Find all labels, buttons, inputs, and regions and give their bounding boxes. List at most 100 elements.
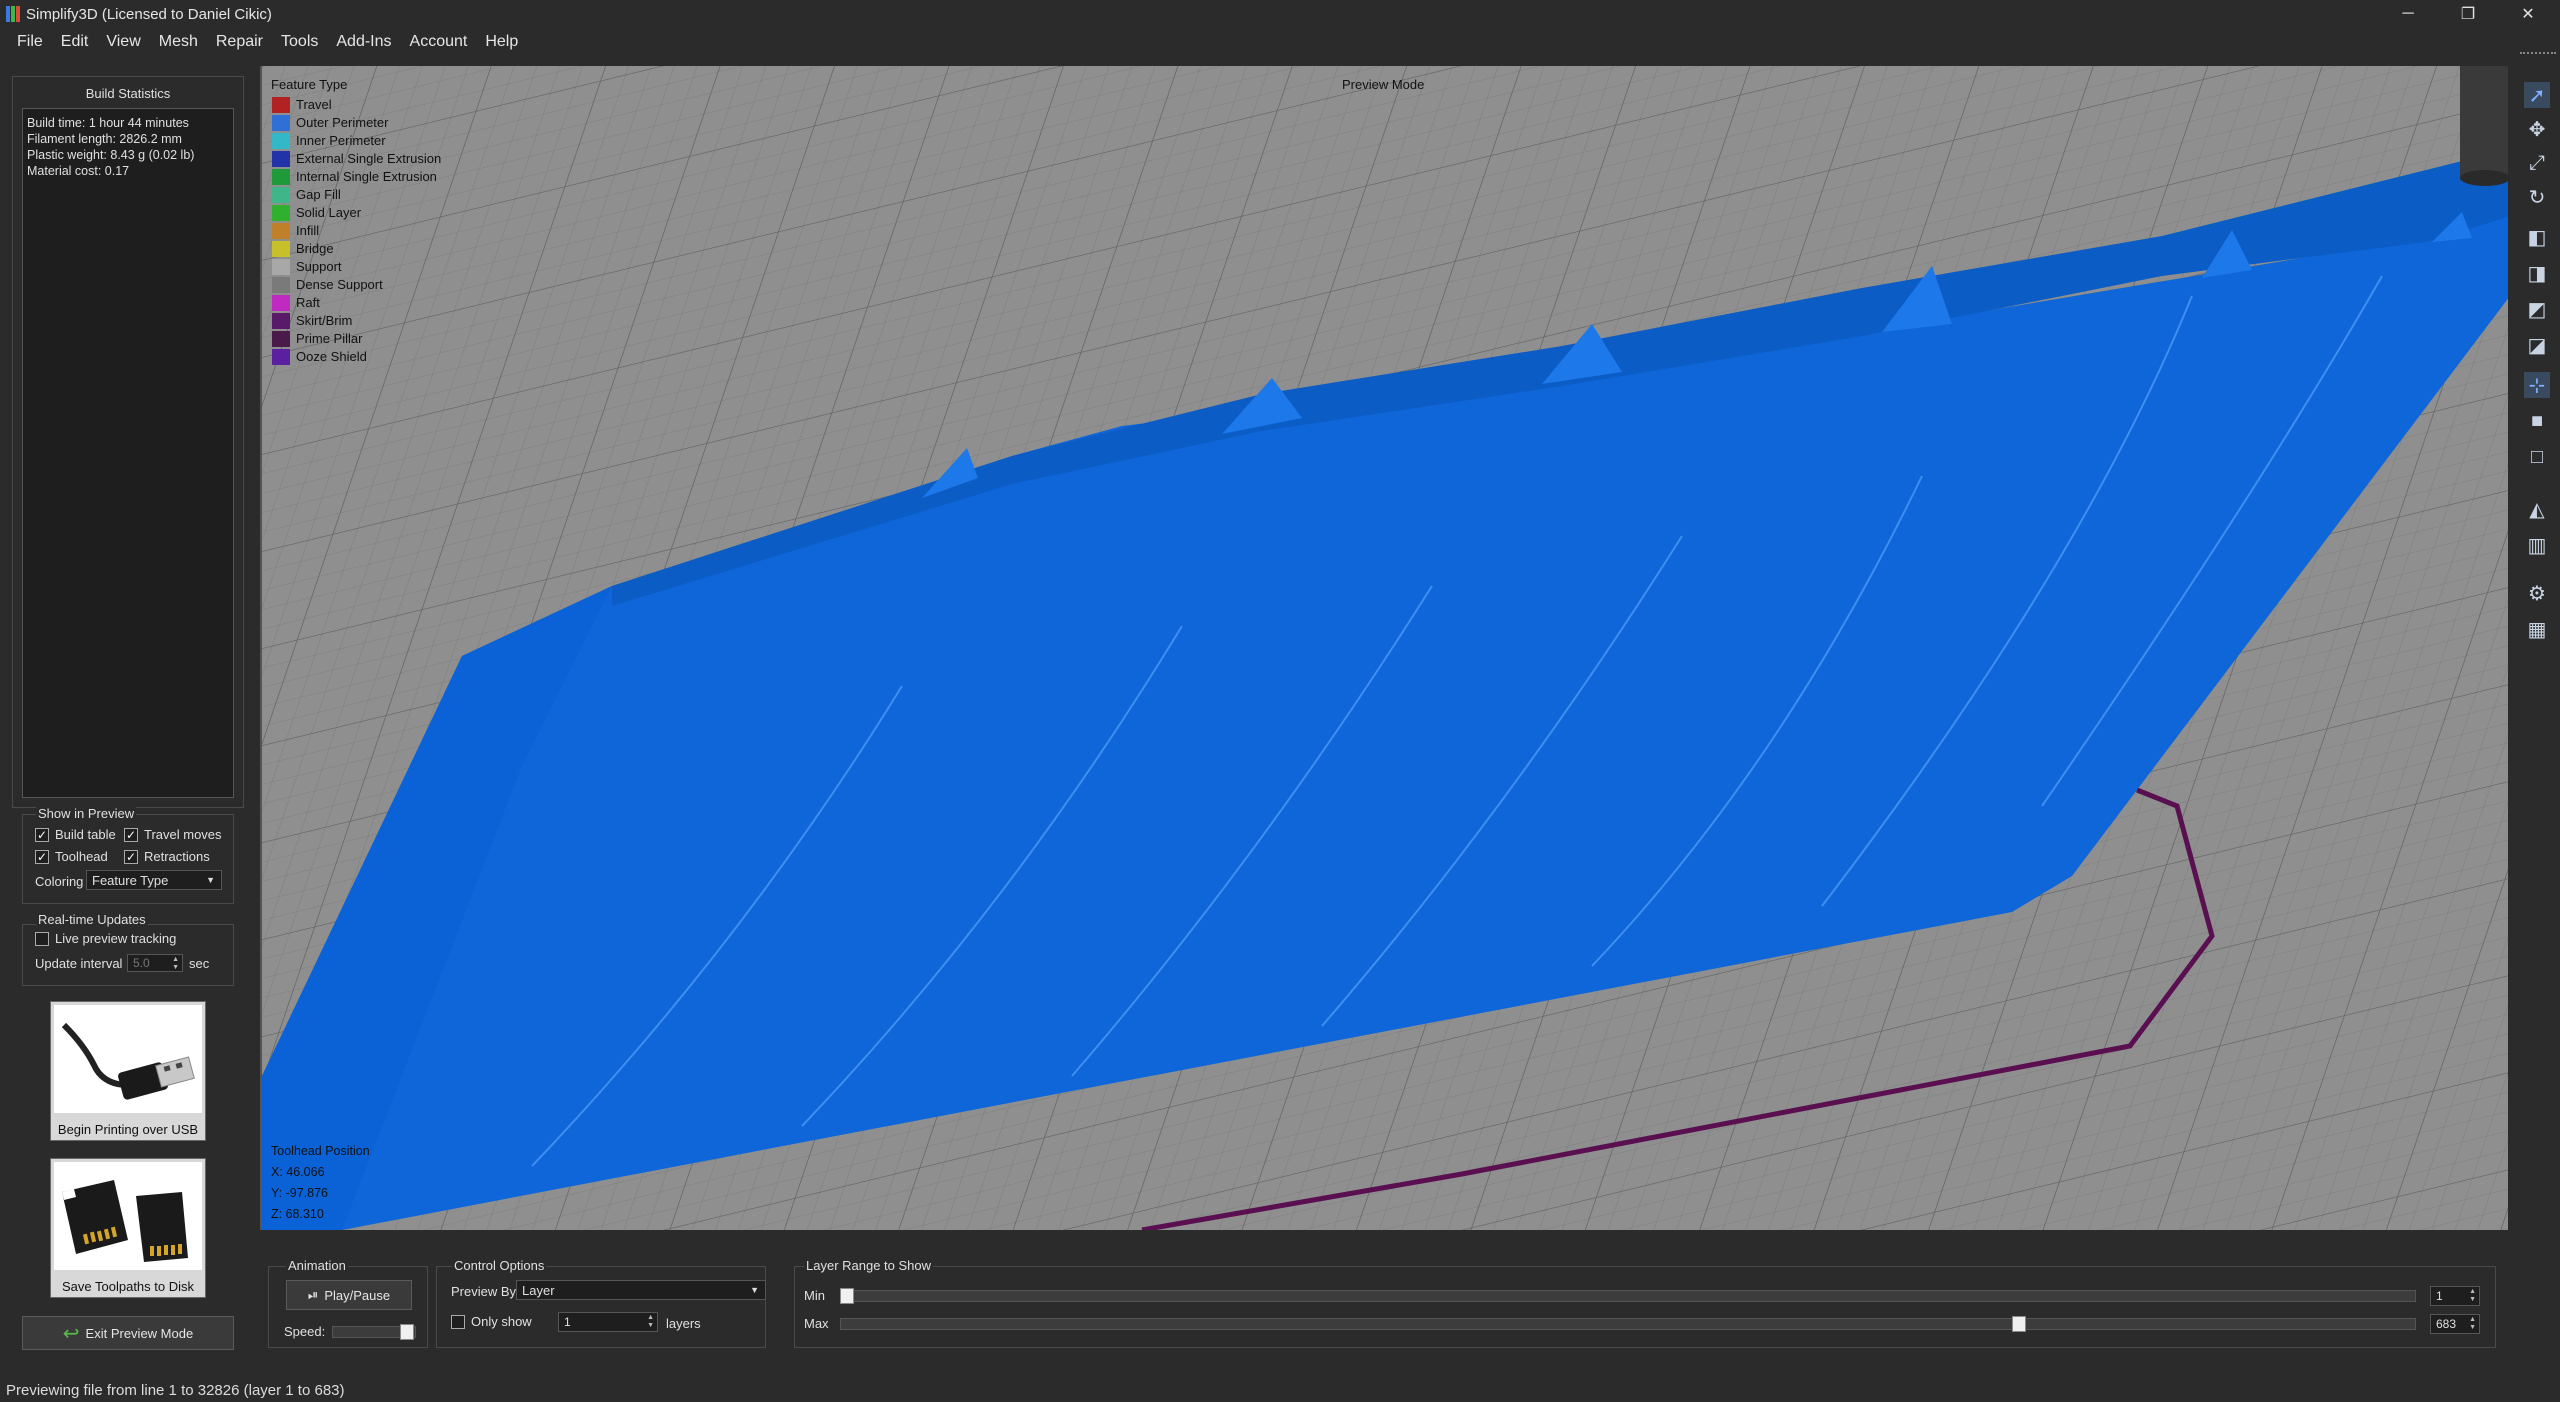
spin-arrows-icon: ▲ ▼ (172, 956, 179, 971)
menu-tools[interactable]: Tools (272, 33, 327, 51)
sd-card-image (54, 1162, 202, 1270)
legend-item: Outer Perimeter (272, 114, 388, 131)
legend-label: Dense Support (296, 277, 383, 292)
min-layer-slider-handle[interactable] (840, 1288, 854, 1304)
solid-view-icon[interactable]: ■ (2524, 408, 2550, 434)
travel-moves-checkbox[interactable]: ✓ Travel moves (124, 827, 222, 842)
layer-range-group (794, 1266, 2496, 1348)
menu-bar: File Edit View Mesh Repair Tools Add-Ins… (0, 28, 2560, 56)
max-label: Max (804, 1316, 829, 1331)
begin-printing-usb-button[interactable]: Begin Printing over USB (50, 1001, 206, 1141)
menu-add-ins[interactable]: Add-Ins (327, 33, 400, 51)
scale-icon[interactable]: ⤢ (2524, 150, 2550, 176)
menu-help[interactable]: Help (476, 33, 527, 51)
view-front-icon[interactable]: ◨ (2524, 260, 2550, 286)
only-show-checkbox[interactable]: Only show (451, 1314, 532, 1329)
axes-icon[interactable]: ⊹ (2524, 372, 2550, 398)
3d-preview-viewport[interactable] (260, 66, 2508, 1230)
legend-label: Bridge (296, 241, 334, 256)
min-layer-slider[interactable] (840, 1290, 2416, 1302)
legend-swatch (272, 312, 290, 329)
coloring-select[interactable]: Feature Type ▼ (86, 870, 222, 890)
usb-cable-image (54, 1005, 202, 1113)
only-show-layers-spinbox[interactable]: 1 ▲ ▼ (558, 1312, 658, 1332)
min-layer-spinbox[interactable]: 1 ▲ ▼ (2430, 1286, 2480, 1306)
layer-range-title: Layer Range to Show (804, 1258, 934, 1273)
menu-file[interactable]: File (8, 33, 52, 51)
legend-label: Infill (296, 223, 320, 238)
menu-edit[interactable]: Edit (52, 33, 98, 51)
wireframe-icon[interactable]: □ (2524, 444, 2550, 470)
legend-swatch (272, 294, 290, 311)
exit-preview-mode-label: Exit Preview Mode (85, 1325, 194, 1341)
checkbox-box (35, 931, 49, 946)
restore-button[interactable]: ❐ (2440, 0, 2496, 28)
material-icon[interactable]: ▥ (2524, 532, 2550, 558)
legend-label: Solid Layer (296, 205, 362, 220)
legend-label: Ooze Shield (296, 349, 367, 364)
control-options-group (436, 1266, 766, 1348)
retractions-checkbox[interactable]: ✓ Retractions (124, 849, 210, 864)
legend-swatch (272, 204, 290, 221)
cross-section-icon[interactable]: ◭ (2524, 496, 2550, 522)
toolhead-checkbox[interactable]: ✓ Toolhead (35, 849, 108, 864)
legend-item: Gap Fill (272, 186, 341, 203)
build-statistics-title: Build Statistics (85, 86, 171, 101)
build-table-checkbox[interactable]: ✓ Build table (35, 827, 116, 842)
rotate-icon[interactable]: ↻ (2524, 184, 2550, 210)
exit-preview-mode-button[interactable]: ↩ Exit Preview Mode (22, 1316, 234, 1350)
legend-swatch (272, 330, 290, 347)
speed-slider-handle[interactable] (400, 1324, 414, 1340)
legend-swatch (272, 114, 290, 131)
menu-repair[interactable]: Repair (207, 33, 272, 51)
coloring-value: Feature Type (92, 872, 169, 888)
check-icon: ✓ (124, 849, 138, 864)
app-icon (6, 6, 20, 22)
max-layer-slider-handle[interactable] (2011, 1316, 2026, 1332)
bed-icon[interactable]: ▦ (2524, 616, 2550, 642)
update-interval-value: 5.0 (133, 956, 150, 970)
realtime-updates-title: Real-time Updates (36, 912, 148, 927)
check-icon: ✓ (35, 849, 49, 864)
legend-item: Internal Single Extrusion (272, 168, 437, 185)
view-iso-icon[interactable]: ◪ (2524, 332, 2550, 358)
update-interval-spinbox[interactable]: 5.0 ▲ ▼ (127, 954, 183, 972)
legend-label: Support (296, 259, 342, 274)
legend-label: External Single Extrusion (296, 151, 442, 166)
select-icon[interactable]: ➚ (2524, 82, 2550, 108)
chevron-down-icon: ▼ (206, 875, 215, 885)
stat-filament-length: Filament length: 2826.2 mm (27, 132, 182, 146)
toolhead-position-title: Toolhead Position (271, 1144, 370, 1158)
save-toolpaths-disk-button[interactable]: Save Toolpaths to Disk (50, 1158, 206, 1298)
chevron-down-icon: ▼ (750, 1285, 759, 1295)
view-top-icon[interactable]: ◧ (2524, 224, 2550, 250)
only-show-label: Only show (471, 1314, 532, 1329)
legend-item: Bridge (272, 240, 334, 257)
status-text: Previewing file from line 1 to 32826 (la… (6, 1381, 345, 1399)
close-button[interactable]: ✕ (2500, 0, 2556, 28)
view-side-icon[interactable]: ◩ (2524, 296, 2550, 322)
legend-item: External Single Extrusion (272, 150, 441, 167)
max-layer-slider[interactable] (840, 1318, 2416, 1330)
stat-plastic-weight: Plastic weight: 8.43 g (0.02 lb) (27, 148, 195, 162)
back-arrow-icon: ↩ (62, 1322, 80, 1345)
legend-swatch (272, 276, 290, 293)
window-title: Simplify3D (Licensed to Daniel Cikic) (26, 5, 272, 23)
legend-item: Prime Pillar (272, 330, 362, 347)
live-tracking-checkbox[interactable]: Live preview tracking (35, 931, 176, 946)
legend-swatch (272, 168, 290, 185)
legend-item: Infill (272, 222, 319, 239)
minimize-button[interactable]: ─ (2380, 0, 2436, 28)
menu-mesh[interactable]: Mesh (150, 33, 207, 51)
preview-by-select[interactable]: Layer ▼ (516, 1280, 766, 1300)
menu-view[interactable]: View (97, 33, 149, 51)
legend-label: Raft (296, 295, 320, 310)
legend-item: Support (272, 258, 342, 275)
stat-material-cost: Material cost: 0.17 (27, 164, 130, 178)
max-layer-spinbox[interactable]: 683 ▲ ▼ (2430, 1314, 2480, 1334)
play-pause-button[interactable]: ⏯ Play/Pause (286, 1280, 412, 1310)
move-icon[interactable]: ✥ (2524, 116, 2550, 142)
menu-account[interactable]: Account (401, 33, 477, 51)
retractions-label: Retractions (144, 849, 210, 864)
settings-icon[interactable]: ⚙ (2524, 580, 2550, 606)
